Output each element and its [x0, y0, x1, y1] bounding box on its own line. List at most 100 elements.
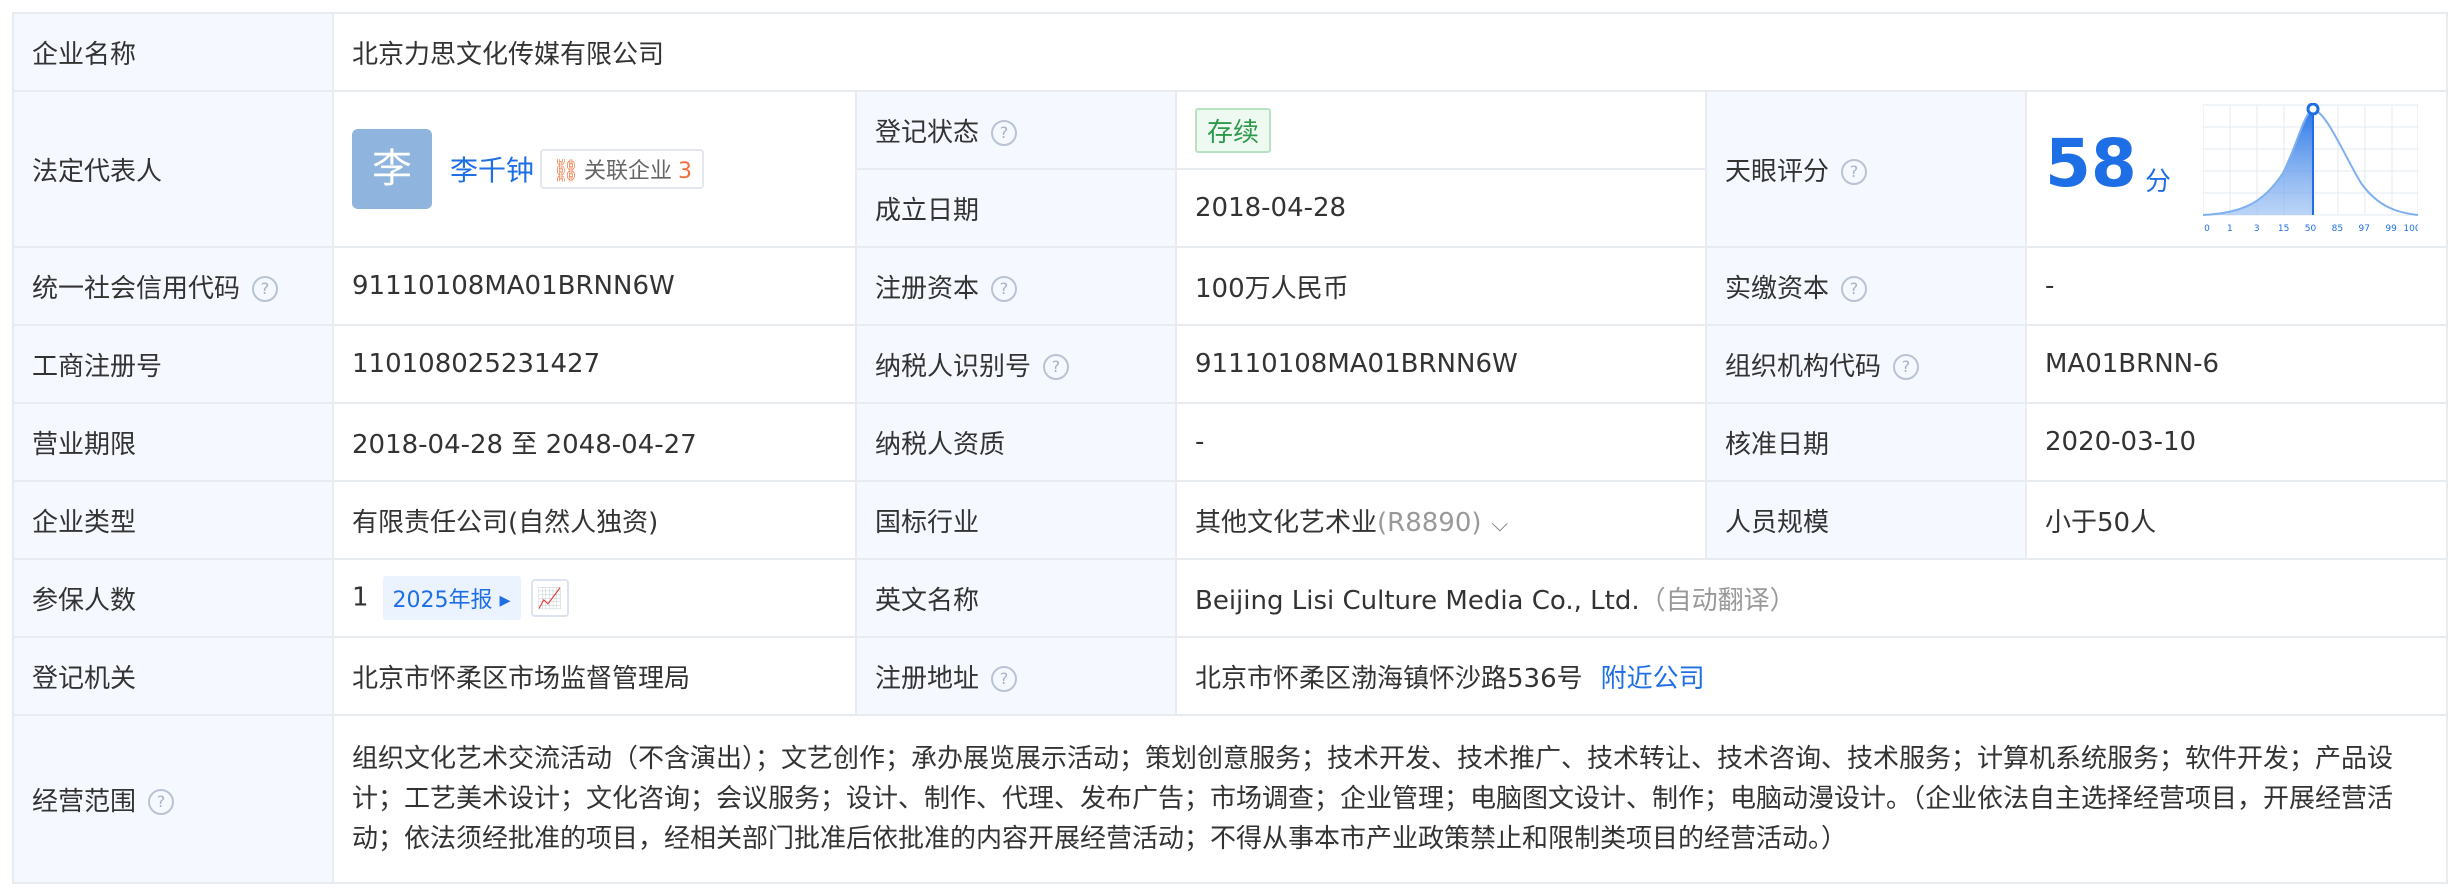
help-icon[interactable]: ? — [1841, 276, 1868, 302]
industry-label: 国标行业 — [855, 480, 1177, 560]
row-credit-code: 统一社会信用代码? 91110108MA01BRNN6W 注册资本? 100万人… — [12, 246, 2449, 326]
row-insured: 参保人数 1 2025年报 ▸ 📈 英文名称 Beijing Lisi Cultur… — [12, 558, 2449, 638]
score-tick-label: 3 — [2254, 224, 2260, 234]
row-reg-authority: 登记机关 北京市怀柔区市场监督管理局 注册地址? 北京市怀柔区渤海镇怀沙路536… — [12, 636, 2449, 716]
score-unit: 分 — [2145, 167, 2172, 197]
chevron-down-icon[interactable]: ⌵ — [1492, 512, 1509, 537]
established-label: 成立日期 — [855, 168, 1177, 248]
trend-chart-icon[interactable]: 📈 — [530, 579, 569, 617]
help-icon[interactable]: ? — [991, 120, 1018, 146]
related-companies-count: 3 — [677, 159, 692, 184]
status-badge: 存续 — [1195, 107, 1272, 153]
company-type-label: 企业类型 — [12, 480, 334, 560]
help-icon[interactable]: ? — [252, 276, 279, 302]
taxpayer-id-label: 纳税人识别号 — [875, 351, 1032, 382]
insured-cell: 1 2025年报 ▸ 📈 — [332, 558, 857, 638]
taxpayer-qual-value: - — [1175, 402, 1707, 482]
row-biz-reg-no: 工商注册号 110108025231427 纳税人识别号? 91110108MA… — [12, 324, 2449, 404]
staff-size-label: 人员规模 — [1705, 480, 2027, 560]
credit-code-label: 统一社会信用代码 — [32, 273, 241, 304]
paid-capital-label-cell: 实缴资本? — [1705, 246, 2027, 326]
credit-code-label-cell: 统一社会信用代码? — [12, 246, 334, 326]
avatar[interactable]: 李 — [352, 129, 432, 209]
biz-scope-label-cell: 经营范围? — [12, 714, 334, 884]
annual-report-button[interactable]: 2025年报 ▸ — [382, 576, 521, 620]
score-tick-label: 100 — [2403, 224, 2418, 234]
nearby-companies-link[interactable]: 附近公司 — [1601, 664, 1705, 694]
company-type-value: 有限责任公司(自然人独资) — [332, 480, 857, 560]
staff-size-value: 小于50人 — [2024, 480, 2449, 560]
reg-capital-label-cell: 注册资本? — [855, 246, 1177, 326]
help-icon[interactable]: ? — [1043, 354, 1070, 380]
row-biz-term: 营业期限 2018-04-28 至 2048-04-27 纳税人资质 - 核准日… — [12, 402, 2449, 482]
legal-rep-name-link[interactable]: 李千钟 — [450, 154, 534, 187]
reg-authority-value: 北京市怀柔区市场监督管理局 — [332, 636, 857, 716]
biz-reg-no-value: 110108025231427 — [332, 324, 857, 404]
biz-term-value: 2018-04-28 至 2048-04-27 — [332, 402, 857, 482]
tianyan-score-cell[interactable]: 58 分 0 1 3 15 50 85 97 99 10 — [2024, 90, 2449, 248]
approval-date-label: 核准日期 — [1705, 402, 2027, 482]
company-info-panel: 企业名称 北京力思文化传媒有限公司 法定代表人 李李千钟 ⛓ 关联企业 3 登记状态?… — [12, 12, 2449, 884]
paid-capital-value: - — [2024, 246, 2449, 326]
reg-address-label-cell: 注册地址? — [855, 636, 1177, 716]
reg-capital-label: 注册资本 — [875, 273, 980, 304]
reg-address-label: 注册地址 — [875, 663, 980, 694]
related-companies-button[interactable]: ⛓ 关联企业 3 — [540, 149, 704, 189]
taxpayer-qual-label: 纳税人资质 — [855, 402, 1177, 482]
score-block: 58 分 0 1 3 15 50 85 97 99 10 — [2028, 93, 2445, 245]
score-tick-label: 99 — [2385, 224, 2397, 234]
score-tick-label: 1 — [2227, 224, 2233, 234]
reg-status-cell: 存续 — [1175, 90, 1707, 170]
score-distribution-chart: 0 1 3 15 50 85 97 99 100 — [2203, 103, 2418, 234]
org-code-label: 组织机构代码 — [1725, 351, 1882, 382]
credit-code-value: 91110108MA01BRNN6W — [332, 246, 857, 326]
annual-report-label: 2025年报 — [392, 588, 493, 613]
reg-authority-label: 登记机关 — [12, 636, 334, 716]
help-icon[interactable]: ? — [1841, 159, 1868, 185]
industry-value: 其他文化艺术业 — [1195, 507, 1378, 538]
tianyan-score-label-cell: 天眼评分? — [1705, 90, 2027, 248]
row-company-name: 企业名称 北京力思文化传媒有限公司 — [12, 12, 2449, 92]
tianyan-score-label: 天眼评分 — [1725, 156, 1830, 187]
biz-reg-no-label: 工商注册号 — [12, 324, 334, 404]
biz-scope-value: 组织文化艺术交流活动（不含演出）；文艺创作；承办展览展示活动；策划创意服务；技术… — [331, 714, 2449, 884]
taxpayer-id-label-cell: 纳税人识别号? — [855, 324, 1177, 404]
insured-value: 1 — [352, 582, 369, 613]
english-name-note: （自动翻译） — [1639, 585, 1796, 616]
insured-label: 参保人数 — [12, 558, 334, 638]
reg-address-value: 北京市怀柔区渤海镇怀沙路536号 — [1195, 663, 1583, 694]
approval-date-value: 2020-03-10 — [2024, 402, 2449, 482]
related-companies-label: 关联企业 — [583, 159, 672, 184]
score-tick-label: 85 — [2332, 224, 2343, 234]
org-code-label-cell: 组织机构代码? — [1705, 324, 2027, 404]
biz-term-label: 营业期限 — [12, 402, 334, 482]
score-tick-label: 0 — [2204, 224, 2210, 234]
company-name-label: 企业名称 — [12, 12, 334, 92]
help-icon[interactable]: ? — [1893, 354, 1920, 380]
english-name-value: Beijing Lisi Culture Media Co., Ltd. — [1195, 585, 1640, 616]
network-icon: ⛓ — [552, 159, 580, 184]
help-icon[interactable]: ? — [991, 276, 1018, 302]
row-biz-scope: 经营范围? 组织文化艺术交流活动（不含演出）；文艺创作；承办展览展示活动；策划创… — [12, 714, 2449, 884]
biz-scope-label: 经营范围 — [32, 786, 137, 817]
legal-rep-cell: 李李千钟 ⛓ 关联企业 3 — [332, 90, 857, 248]
score-tick-label: 15 — [2278, 224, 2289, 234]
english-name-cell: Beijing Lisi Culture Media Co., Ltd.（自动翻… — [1174, 558, 2449, 638]
help-icon[interactable]: ? — [148, 789, 175, 815]
company-name-value: 北京力思文化传媒有限公司 — [331, 12, 2449, 92]
legal-rep-label: 法定代表人 — [12, 90, 334, 248]
score-tick-label: 97 — [2359, 224, 2370, 234]
caret-right-icon: ▸ — [499, 588, 511, 613]
industry-cell[interactable]: 其他文化艺术业(R8890) ⌵ — [1175, 480, 1707, 560]
score-number: 58 — [2045, 125, 2137, 202]
reg-status-label: 登记状态 — [875, 117, 980, 148]
reg-capital-value: 100万人民币 — [1175, 246, 1707, 326]
score-marker-dot — [2306, 103, 2320, 116]
reg-address-cell: 北京市怀柔区渤海镇怀沙路536号 附近公司 — [1174, 636, 2449, 716]
help-icon[interactable]: ? — [991, 666, 1018, 692]
established-value: 2018-04-28 — [1175, 168, 1707, 248]
industry-code: (R8890) — [1377, 507, 1482, 538]
org-code-value: MA01BRNN-6 — [2024, 324, 2449, 404]
reg-status-label-cell: 登记状态? — [855, 90, 1177, 170]
english-name-label: 英文名称 — [855, 558, 1177, 638]
